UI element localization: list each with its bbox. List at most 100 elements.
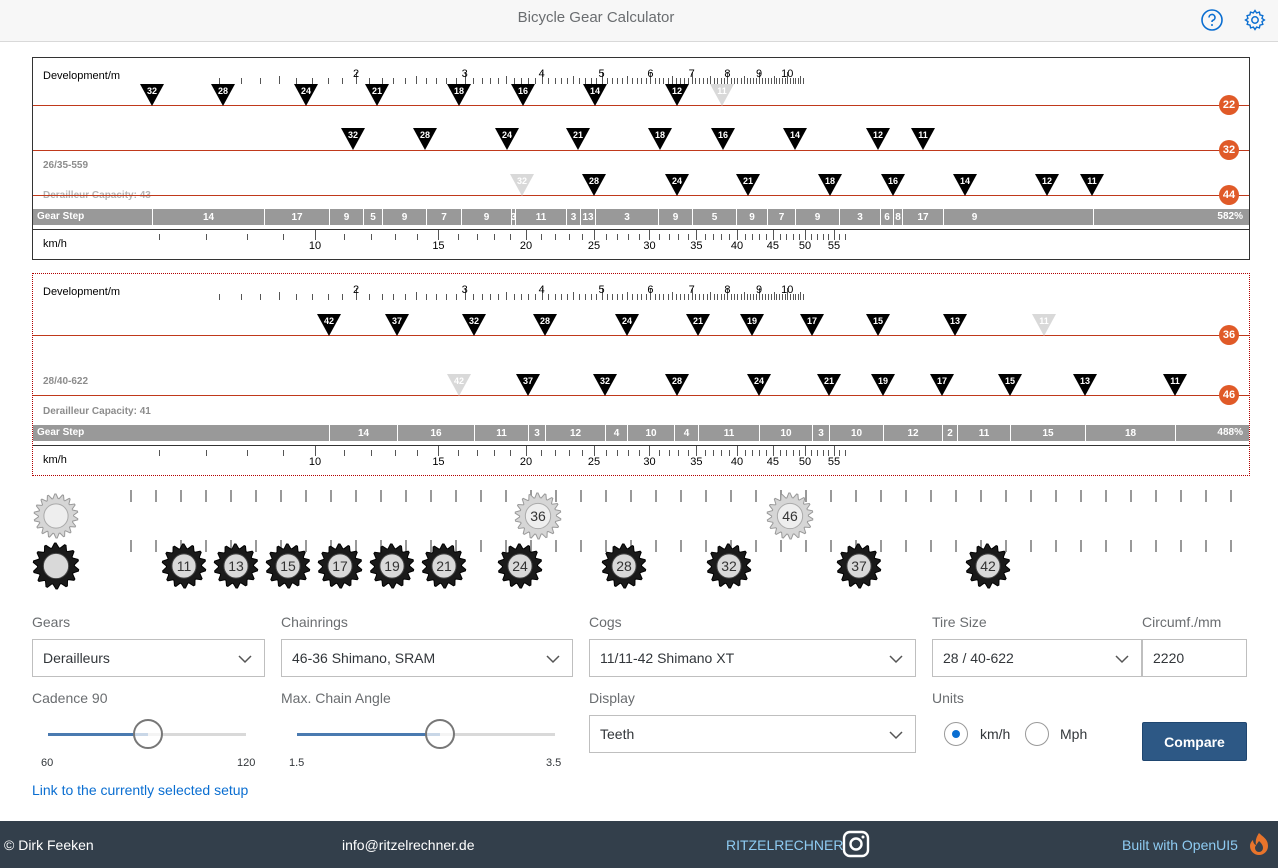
cog-marker[interactable]: 28 — [665, 374, 689, 396]
cog-marker[interactable]: 37 — [516, 374, 540, 396]
compare-button[interactable]: Compare — [1142, 722, 1247, 761]
tire-size-value: 28 / 40-622 — [943, 650, 1014, 666]
derailleur-capacity-label: Derailleur Capacity: 41 — [43, 406, 151, 417]
cog-marker[interactable]: 19 — [740, 314, 764, 336]
cog-marker[interactable]: 11 — [1032, 314, 1056, 336]
development-tick-label: 9 — [755, 68, 763, 80]
cog-marker[interactable]: 24 — [615, 314, 639, 336]
cog-marker[interactable]: 11 — [1080, 174, 1104, 196]
chain-angle-slider-handle[interactable] — [425, 719, 455, 749]
cog-marker[interactable]: 14 — [583, 84, 607, 106]
chain-angle-slider[interactable] — [297, 718, 557, 750]
cogs-value: 11/11-42 Shimano XT — [600, 650, 735, 666]
cadence-slider-handle[interactable] — [133, 719, 163, 749]
speed-tick-label: 30 — [643, 240, 656, 252]
cog-marker[interactable]: 17 — [930, 374, 954, 396]
units-label: Units — [932, 690, 964, 706]
units-kmh-radio[interactable] — [944, 722, 968, 746]
cog-marker[interactable]: 21 — [686, 314, 710, 336]
footer: © Dirk Feeken info@ritzelrechner.de RITZ… — [0, 821, 1278, 868]
units-mph-radio[interactable] — [1025, 722, 1049, 746]
cogs-select[interactable]: 11/11-42 Shimano XT — [589, 639, 916, 677]
cog-marker[interactable]: 21 — [365, 84, 389, 106]
gear-step-label: Gear Step — [37, 427, 85, 438]
cog-marker[interactable]: 11 — [710, 84, 734, 106]
gear-step-cell: 17 — [264, 209, 329, 225]
cog-marker[interactable]: 24 — [747, 374, 771, 396]
cog-marker[interactable]: 13 — [943, 314, 967, 336]
cog-marker[interactable]: 18 — [447, 84, 471, 106]
cog-marker[interactable]: 24 — [495, 128, 519, 150]
cog-marker[interactable]: 32 — [462, 314, 486, 336]
speed-tick-label: 40 — [730, 456, 744, 468]
cog-marker[interactable]: 32 — [593, 374, 617, 396]
cog-marker[interactable]: 37 — [385, 314, 409, 336]
cog-marker[interactable]: 16 — [711, 128, 735, 150]
settings-button[interactable] — [1241, 6, 1269, 34]
circumference-input[interactable]: 2220 — [1142, 639, 1247, 677]
cog-gear: 15 — [262, 540, 314, 592]
cog-marker[interactable]: 19 — [871, 374, 895, 396]
gear-step-cell: 3 — [566, 209, 580, 225]
chainrings-label: Chainrings — [281, 614, 348, 630]
cog-marker[interactable]: 14 — [953, 174, 977, 196]
cog-marker[interactable]: 12 — [866, 128, 890, 150]
cog-marker[interactable]: 42 — [317, 314, 341, 336]
cog-marker[interactable]: 15 — [866, 314, 890, 336]
openui5-logo-icon — [1250, 833, 1268, 855]
cog-marker[interactable]: 32 — [140, 84, 164, 106]
cog-marker[interactable]: 28 — [582, 174, 606, 196]
cog-marker[interactable]: 28 — [533, 314, 557, 336]
chevron-down-icon — [889, 731, 903, 740]
chainrings-select[interactable]: 46-36 Shimano, SRAM — [281, 639, 573, 677]
tire-size-select[interactable]: 28 / 40-622 — [932, 639, 1142, 677]
gear-step-cell: 14 — [329, 425, 397, 441]
development-tick-label: 6 — [647, 68, 654, 80]
cog-marker[interactable]: 18 — [648, 128, 672, 150]
cog-marker[interactable]: 15 — [998, 374, 1022, 396]
display-select[interactable]: Teeth — [589, 715, 916, 753]
speed-tick-label: 20 — [519, 456, 533, 468]
speed-axis-label: km/h — [43, 454, 67, 466]
cog-marker[interactable]: 12 — [1035, 174, 1059, 196]
footer-built-link[interactable]: Built with OpenUI5 — [1122, 837, 1238, 853]
gear-step-cell: 17 — [902, 209, 943, 225]
cog-marker[interactable]: 11 — [1163, 374, 1187, 396]
cog-marker[interactable]: 12 — [665, 84, 689, 106]
instagram-icon[interactable] — [842, 830, 870, 858]
cog-marker[interactable]: 18 — [818, 174, 842, 196]
cog-marker[interactable]: 24 — [665, 174, 689, 196]
speed-tick-label: 15 — [432, 456, 445, 468]
speed-tick-label: 40 — [730, 240, 744, 252]
cog-marker[interactable]: 24 — [294, 84, 318, 106]
cog-marker[interactable]: 16 — [511, 84, 535, 106]
footer-email[interactable]: info@ritzelrechner.de — [342, 837, 475, 853]
cog-marker[interactable]: 14 — [783, 128, 807, 150]
cadence-slider[interactable] — [48, 718, 248, 750]
gear-step-cell: 14 — [152, 209, 264, 225]
cog-marker[interactable]: 16 — [881, 174, 905, 196]
gear-chart-1[interactable]: Development/m 26/35-559 Derailleur Capac… — [32, 57, 1250, 260]
cog-marker[interactable]: 42 — [447, 374, 471, 396]
cog-marker[interactable]: 28 — [211, 84, 235, 106]
cog-marker[interactable]: 17 — [800, 314, 824, 336]
cog-marker[interactable]: 21 — [736, 174, 760, 196]
footer-brand-link[interactable]: RITZELRECHNER — [726, 837, 843, 853]
gear-chart-2[interactable]: Development/m 28/40-622 Derailleur Capac… — [32, 273, 1250, 476]
setup-link[interactable]: Link to the currently selected setup — [32, 782, 248, 798]
tire-size-label: 28/40-622 — [43, 376, 89, 387]
cog-marker[interactable]: 32 — [510, 174, 534, 196]
cog-marker[interactable]: 28 — [413, 128, 437, 150]
gear-step-cell: 7 — [426, 209, 461, 225]
speed-tick-label: 30 — [643, 456, 656, 468]
cog-marker[interactable]: 13 — [1073, 374, 1097, 396]
gear-step-cell: 11 — [474, 425, 528, 441]
cog-marker[interactable]: 21 — [566, 128, 590, 150]
help-button[interactable] — [1198, 6, 1226, 34]
cog-marker[interactable]: 11 — [911, 128, 935, 150]
gear-step-cell: 11 — [957, 425, 1010, 441]
cog-marker[interactable]: 21 — [817, 374, 841, 396]
gear-step-cell: 2 — [942, 425, 957, 441]
cog-marker[interactable]: 32 — [341, 128, 365, 150]
gears-select[interactable]: Derailleurs — [32, 639, 265, 677]
